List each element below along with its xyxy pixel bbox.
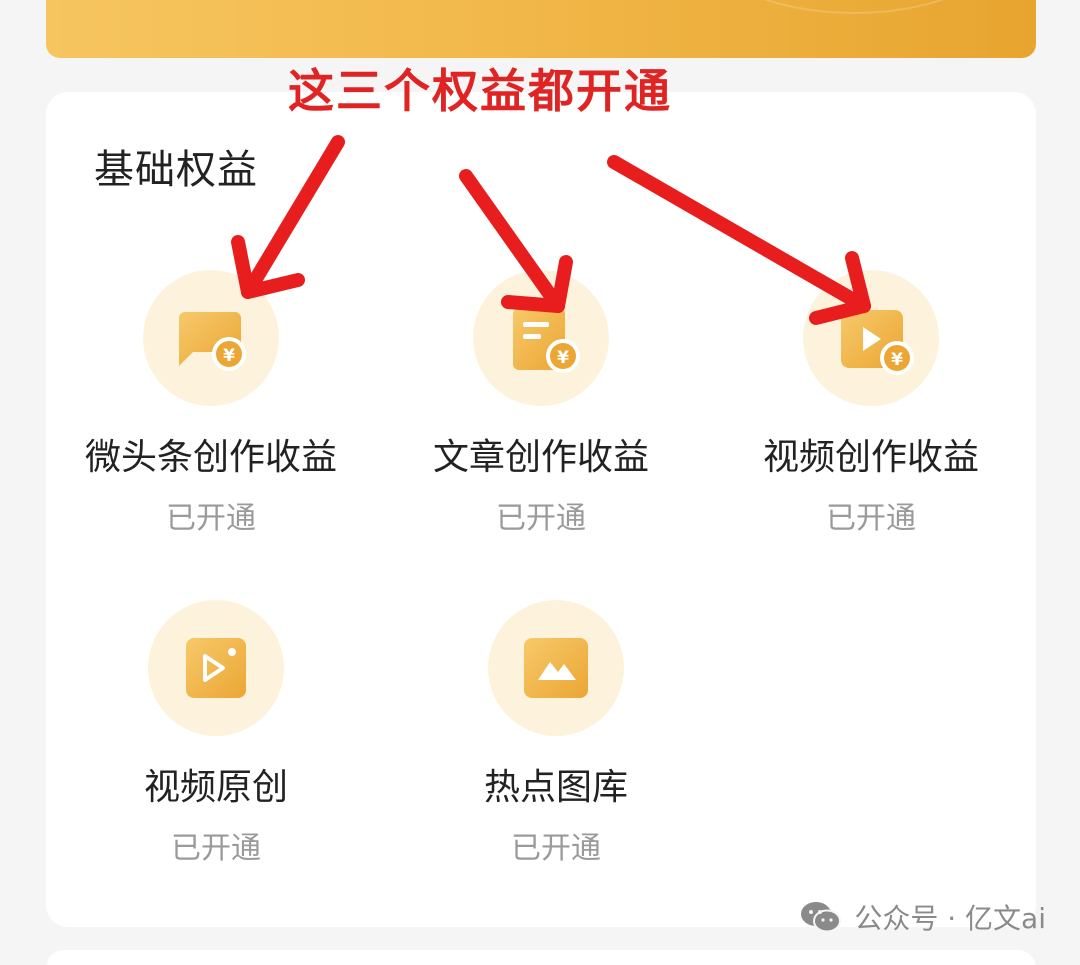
benefit-label: 视频原创 <box>143 767 288 808</box>
banner-decoration <box>692 0 1016 14</box>
video-original-icon <box>148 600 284 736</box>
benefit-label: 视频创作收益 <box>762 437 979 478</box>
svg-text:¥: ¥ <box>891 350 903 370</box>
annotation-title: 这三个权益都开通 <box>288 64 672 118</box>
section-title: 基础权益 <box>94 147 258 193</box>
next-card-edge <box>46 950 1036 965</box>
benefit-label: 微头条创作收益 <box>84 437 337 478</box>
benefit-item-article[interactable]: ¥ 文章创作收益 已开通 <box>391 270 691 534</box>
benefit-item-hot-gallery[interactable]: 热点图库 已开通 <box>406 600 706 864</box>
benefit-label: 热点图库 <box>483 767 628 808</box>
chat-bubble-yen-icon: ¥ <box>143 270 279 406</box>
benefit-item-video[interactable]: ¥ 视频创作收益 已开通 <box>721 270 1021 534</box>
benefit-status: 已开通 <box>171 831 261 866</box>
wechat-icon <box>800 900 842 934</box>
image-gallery-icon <box>488 600 624 736</box>
benefit-status: 已开通 <box>496 501 586 536</box>
document-yen-icon: ¥ <box>473 270 609 406</box>
watermark: 公众号 · 亿文ai <box>800 897 1046 937</box>
video-play-yen-icon: ¥ <box>803 270 939 406</box>
benefit-status: 已开通 <box>166 501 256 536</box>
svg-text:¥: ¥ <box>223 346 235 366</box>
benefit-item-video-original[interactable]: 视频原创 已开通 <box>66 600 366 864</box>
benefit-status: 已开通 <box>826 501 916 536</box>
benefit-item-weitoutiao[interactable]: ¥ 微头条创作收益 已开通 <box>61 270 361 534</box>
benefit-status: 已开通 <box>511 831 601 866</box>
benefit-label: 文章创作收益 <box>432 437 649 478</box>
membership-banner[interactable] <box>46 0 1036 58</box>
benefits-page: 基础权益 ¥ 微头条创作收益 已开通 ¥ 文章创作收益 已开通 ¥ 视频创作收益… <box>0 0 1080 965</box>
svg-text:¥: ¥ <box>557 348 569 368</box>
watermark-text: 公众号 · 亿文ai <box>854 902 1046 935</box>
